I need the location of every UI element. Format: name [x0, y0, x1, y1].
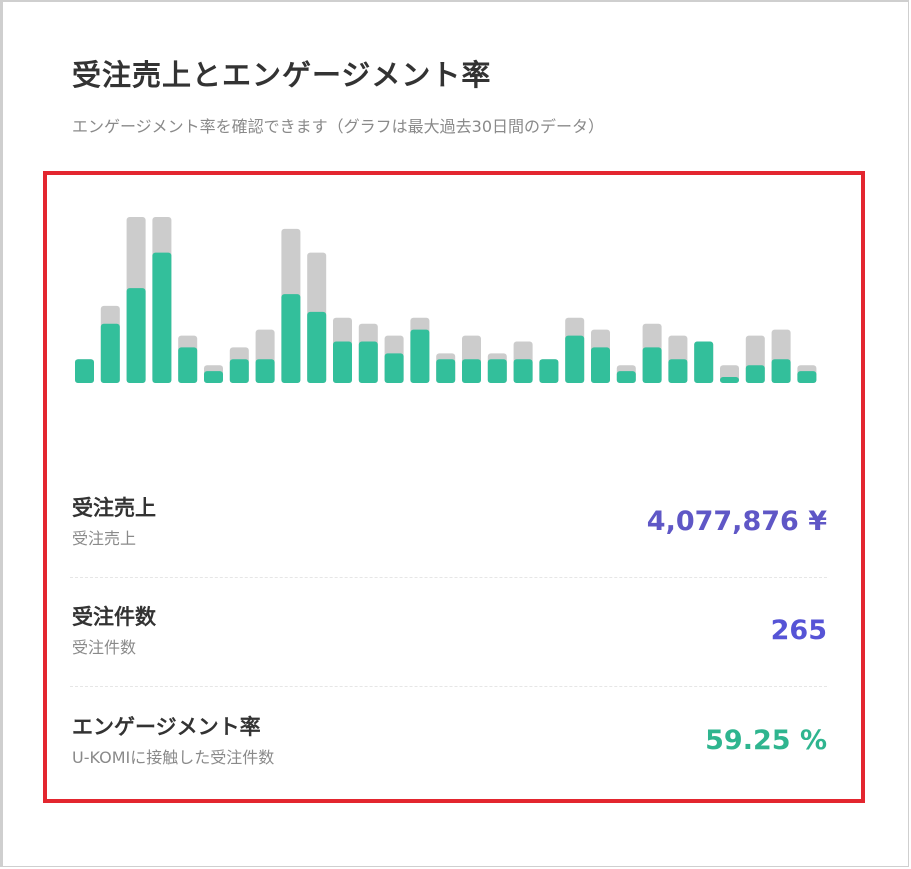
- metric-sales-title: 受注売上: [72, 496, 156, 520]
- chart-bar-engaged: [462, 359, 481, 383]
- chart-bar-engaged: [229, 359, 249, 383]
- chart-bar-engaged: [255, 359, 275, 383]
- page-subtitle: エンゲージメント率を確認できます（グラフは最大過去30日間のデータ）: [72, 117, 605, 136]
- chart-bar-engaged: [178, 347, 198, 383]
- chart-bar-engaged: [333, 341, 352, 383]
- chart-bar-engaged: [487, 359, 507, 383]
- engagement-bar-chart: [75, 217, 817, 383]
- metric-engagement-title: エンゲージメント率: [72, 715, 261, 739]
- chart-bar-engaged: [642, 347, 662, 383]
- chart-bar-engaged: [204, 371, 223, 383]
- page-title: 受注売上とエンゲージメント率: [72, 58, 492, 92]
- chart-bar-engaged: [797, 371, 817, 383]
- chart-bar-engaged: [668, 359, 688, 383]
- chart-bar-engaged: [565, 335, 585, 383]
- chart-bar-engaged: [384, 353, 404, 383]
- metric-orders-value: 265: [770, 615, 827, 646]
- metric-engagement-subtitle: U-KOMIに接触した受注件数: [72, 748, 275, 767]
- chart-bar-engaged: [616, 371, 636, 383]
- metric-orders-title: 受注件数: [72, 605, 156, 629]
- chart-bar-engaged: [75, 359, 94, 383]
- divider: [70, 577, 827, 578]
- metric-sales-subtitle: 受注売上: [72, 529, 137, 548]
- chart-bar-engaged: [591, 347, 610, 383]
- chart-bar-engaged: [513, 359, 533, 383]
- metric-orders-subtitle: 受注件数: [72, 638, 137, 657]
- chart-bar-engaged: [539, 359, 559, 383]
- divider: [70, 686, 827, 687]
- chart-bar-engaged: [436, 359, 456, 383]
- metric-engagement-value: 59.25 %: [705, 725, 827, 756]
- chart-bar-engaged: [100, 323, 120, 383]
- chart-bar-engaged: [410, 329, 430, 383]
- chart-bar-engaged: [126, 288, 146, 383]
- chart-bar-engaged: [358, 341, 378, 383]
- metric-sales: 受注売上 受注売上 4,077,876 ¥: [72, 492, 827, 572]
- metric-sales-value: 4,077,876 ¥: [646, 506, 827, 537]
- chart-bar-engaged: [720, 377, 739, 383]
- chart-bar-engaged: [152, 252, 172, 383]
- chart-bar-engaged: [281, 294, 301, 383]
- metric-orders: 受注件数 受注件数 265: [72, 601, 827, 681]
- metric-engagement: エンゲージメント率 U-KOMIに接触した受注件数 59.25 %: [72, 711, 827, 791]
- chart-bar-engaged: [694, 341, 714, 383]
- chart-bar-engaged: [771, 359, 791, 383]
- chart-bar-engaged: [745, 365, 765, 383]
- chart-bar-engaged: [307, 311, 327, 383]
